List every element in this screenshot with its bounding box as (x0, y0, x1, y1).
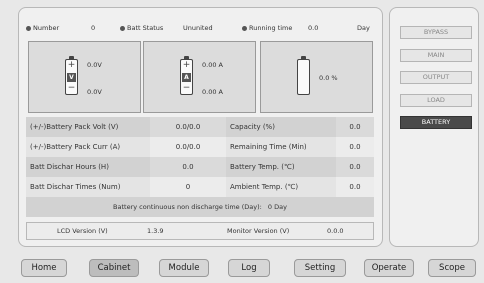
row-label: Batt Dischar Times (Num) (26, 177, 150, 198)
battery-curr-icon: + A − (180, 56, 193, 95)
curr-bottom-value: 0.00 A (202, 88, 223, 96)
row-label: Ambient Temp. (℃) (226, 177, 336, 198)
row-value: 0.0/0.0 (150, 117, 226, 138)
row-value: 0 (150, 177, 226, 198)
current-box: + A − 0.00 A 0.00 A (143, 41, 256, 113)
status-dot-icon (26, 25, 31, 31)
number-status: Number (26, 24, 59, 32)
load-button[interactable]: LOAD (400, 94, 472, 107)
lcd-version-value: 1.3.9 (147, 227, 164, 235)
capacity-box: 0.0 % (260, 41, 373, 113)
status-row: Number 0 Batt Status Ununited Running ti… (26, 24, 376, 36)
row-label: (+/-)Battery Pack Curr (A) (26, 137, 150, 158)
non-discharge-row: Battery continuous non discharge time (D… (26, 197, 374, 217)
tab-home[interactable]: Home (21, 259, 67, 277)
running-time-value: 0.0 (308, 24, 319, 32)
tab-cabinet[interactable]: Cabinet (89, 259, 139, 277)
volt-bottom-value: 0.0V (87, 88, 102, 96)
status-dot-icon (242, 25, 247, 31)
number-label: Number (33, 24, 60, 32)
volt-top-value: 0.0V (87, 61, 102, 69)
table-row: (+/-)Battery Pack Curr (A) 0.0/0.0 Remai… (26, 137, 374, 158)
curr-letter: A (182, 73, 191, 82)
running-time-label: Running time (249, 24, 293, 32)
volt-letter: V (67, 73, 76, 82)
row-value: 0.0 (336, 157, 374, 178)
monitor-version-label: Monitor Version (V) (227, 227, 290, 235)
tab-module[interactable]: Module (159, 259, 209, 277)
battery-button[interactable]: BATTERY (400, 116, 472, 129)
table-row: Batt Dischar Hours (H) 0.0 Battery Temp.… (26, 157, 374, 178)
row-value: 0.0 (336, 177, 374, 198)
row-label: Capacity (%) (226, 117, 336, 138)
output-button[interactable]: OUTPUT (400, 71, 472, 84)
batt-status-label: Batt Status (127, 24, 164, 32)
capacity-value: 0.0 % (319, 74, 338, 82)
batt-status: Batt Status (120, 24, 163, 32)
row-value: 0.0/0.0 (150, 137, 226, 158)
curr-top-value: 0.00 A (202, 61, 223, 69)
table-row: Batt Dischar Times (Num) 0 Ambient Temp.… (26, 177, 374, 198)
row-value: 0.0 (336, 117, 374, 138)
row-value: 0.0 (150, 157, 226, 178)
running-time-unit: Day (357, 24, 370, 32)
bypass-button[interactable]: BYPASS (400, 26, 472, 39)
row-label: Battery Temp. (℃) (226, 157, 336, 178)
batt-status-value: Ununited (183, 24, 213, 32)
monitor-version-value: 0.0.0 (327, 227, 344, 235)
row-label: Batt Dischar Hours (H) (26, 157, 150, 178)
battery-capacity-icon (297, 56, 310, 95)
version-row: LCD Version (V) 1.3.9 Monitor Version (V… (26, 222, 374, 240)
table-row: (+/-)Battery Pack Volt (V) 0.0/0.0 Capac… (26, 117, 374, 138)
row-label: (+/-)Battery Pack Volt (V) (26, 117, 150, 138)
non-discharge-value: 0 Day (267, 203, 287, 211)
tab-scope[interactable]: Scope (428, 259, 476, 277)
non-discharge-label: Battery continuous non discharge time (D… (113, 203, 262, 211)
row-label: Remaining Time (Min) (226, 137, 336, 158)
running-time: Running time (242, 24, 292, 32)
tab-log[interactable]: Log (228, 259, 270, 277)
main-button[interactable]: MAIN (400, 49, 472, 62)
row-value: 0.0 (336, 137, 374, 158)
voltage-box: + V − 0.0V 0.0V (28, 41, 141, 113)
tab-setting[interactable]: Setting (294, 259, 346, 277)
number-value: 0 (91, 24, 96, 32)
lcd-version-label: LCD Version (V) (57, 227, 108, 235)
status-dot-icon (120, 25, 125, 31)
tab-operate[interactable]: Operate (364, 259, 414, 277)
battery-volt-icon: + V − (65, 56, 78, 95)
